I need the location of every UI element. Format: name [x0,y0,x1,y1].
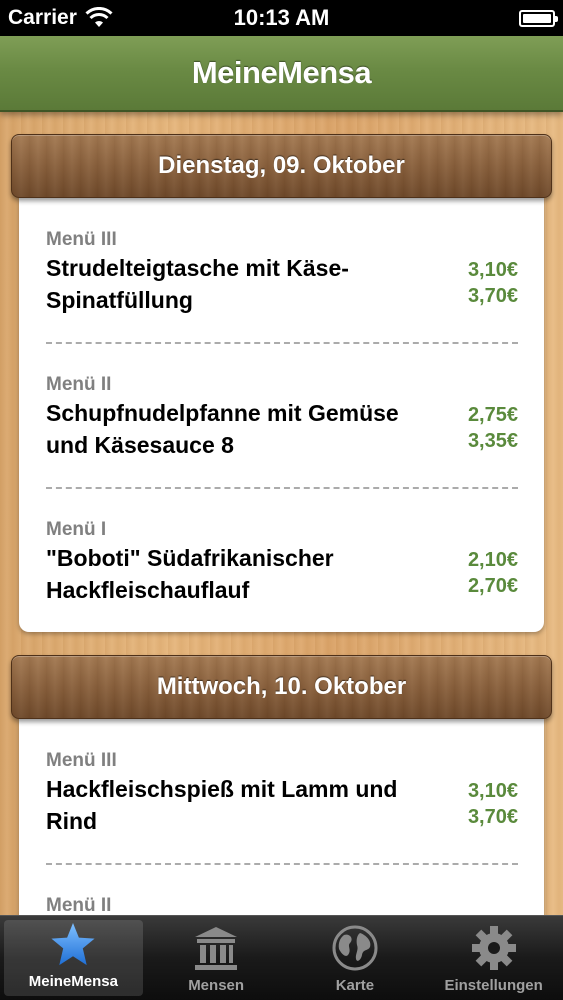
nav-title: MeineMensa [191,55,372,90]
day-header: Dienstag, 09. Oktober [11,134,552,198]
carrier-label: Carrier [8,6,77,29]
building-icon [195,927,238,970]
menu-label: Menü II [46,895,112,915]
menu-card: Menü III Strudelteigtasche mit Käse-Spin… [19,197,544,632]
status-bar: Carrier 10:13 AM [0,0,563,36]
tab-label: Mensen [188,977,245,994]
tab-bar: MeineMensa Mensen Karte Einstellungen [0,915,563,1000]
price-student: 3,10€ [467,259,518,281]
tab-meinemensa[interactable]: MeineMensa [4,920,143,996]
day-title: Dienstag, 09. Oktober [158,152,405,179]
price-list: 3,10€ 3,70€ [468,257,518,309]
price-list: 2,75€ 3,35€ [468,402,518,454]
nav-bar: MeineMensa [0,36,563,112]
gear-icon [471,926,516,970]
star-icon [51,922,95,966]
price-student: 2,75€ [467,404,518,426]
globe-icon [332,925,378,971]
menu-name: Hackfleischspieß mit Lamm und Rind [46,776,398,834]
price-guest: 3,35€ [467,430,518,452]
day-header: Mittwoch, 10. Oktober [11,655,552,719]
price-student: 3,10€ [467,780,518,802]
tab-mensen[interactable]: Mensen [147,916,286,1000]
tab-label: Karte [335,977,375,994]
menu-label: Menü III [46,229,117,250]
menu-item[interactable]: Menü I "Boboti" Südafrikanischer Hackfle… [19,487,544,632]
price-guest: 3,70€ [467,285,518,307]
price-student: 2,10€ [467,549,518,571]
menu-item[interactable]: Menü II [19,863,544,915]
menu-card: Menü III Hackfleischspieß mit Lamm und R… [19,718,544,915]
tab-label: MeineMensa [28,973,118,990]
menu-label: Menü III [46,750,117,771]
menu-label: Menü I [46,519,107,540]
menu-item[interactable]: Menü III Strudelteigtasche mit Käse-Spin… [19,197,544,342]
tab-label: Einstellungen [444,977,543,994]
battery-icon [519,9,558,27]
price-list: 2,10€ 2,70€ [468,547,518,599]
menu-label: Menü II [46,374,112,395]
wifi-icon [85,7,113,27]
menu-name: Strudelteigtasche mit Käse-Spinatfüllung [46,255,349,313]
menu-name: "Boboti" Südafrikanischer Hackfleischauf… [46,545,334,603]
tab-einstellungen[interactable]: Einstellungen [424,916,563,1000]
menu-item[interactable]: Menü III Hackfleischspieß mit Lamm und R… [19,718,544,863]
price-list: 3,10€ 3,70€ [468,778,518,830]
menu-name: Schupfnudelpfanne mit Gemüse und Käsesau… [46,400,399,458]
price-guest: 3,70€ [467,806,518,828]
menu-list[interactable]: Dienstag, 09. Oktober Menü III Strudelte… [0,112,563,915]
tab-karte[interactable]: Karte [286,916,425,1000]
day-title: Mittwoch, 10. Oktober [156,673,407,700]
price-guest: 2,70€ [467,575,518,597]
menu-item[interactable]: Menü II Schupfnudelpfanne mit Gemüse und… [19,342,544,487]
